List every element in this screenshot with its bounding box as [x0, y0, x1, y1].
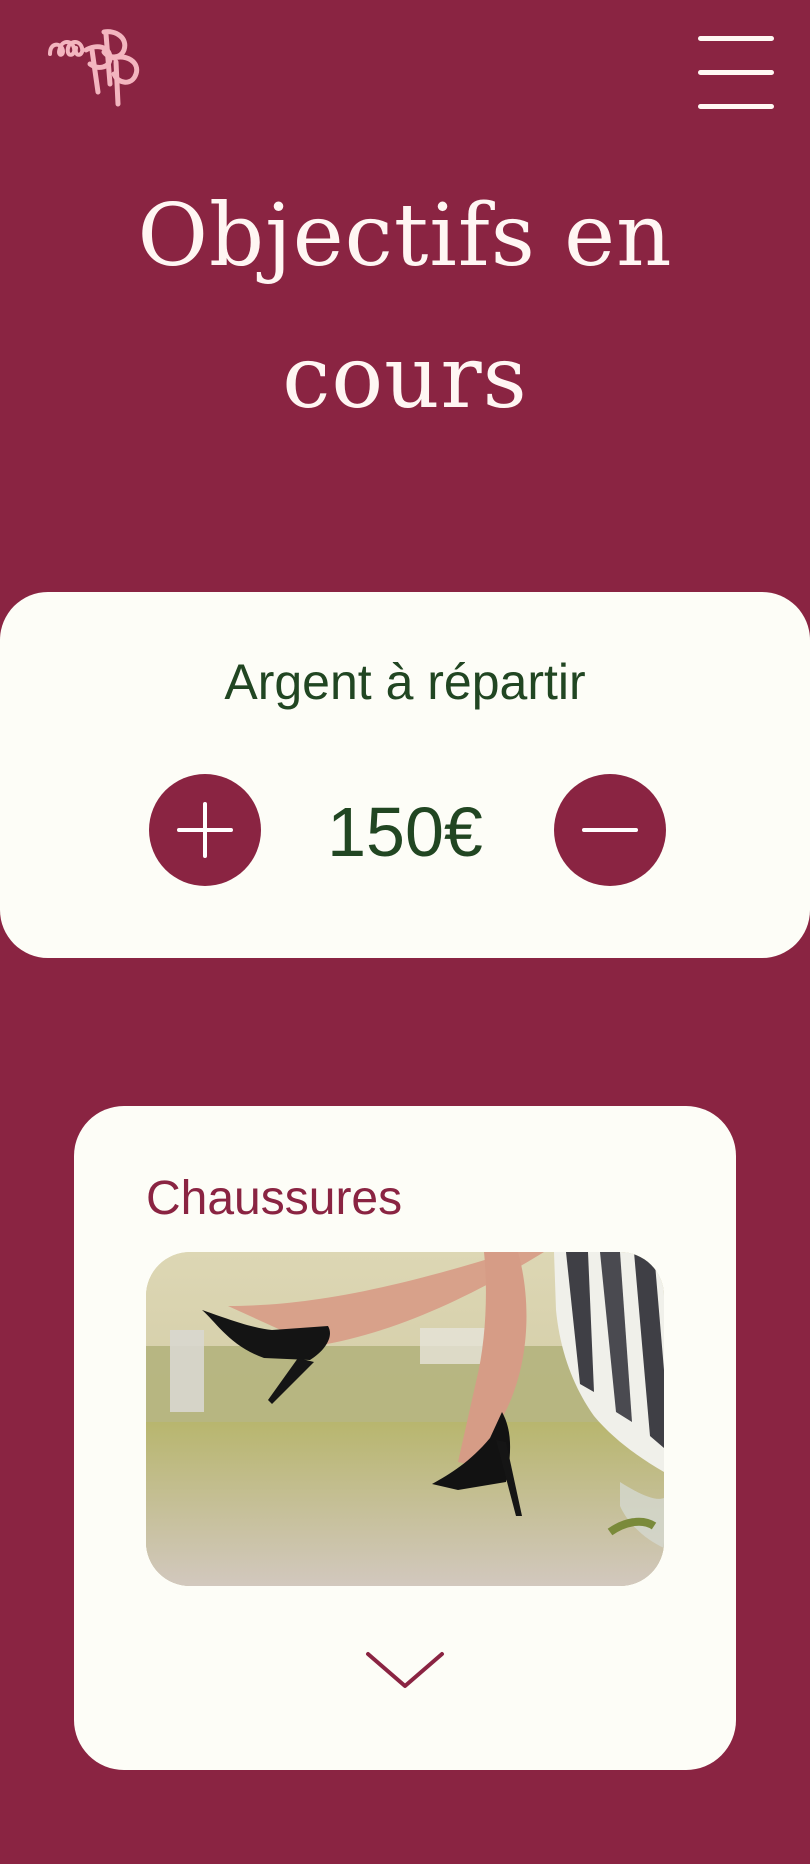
amount-value: 150€ — [327, 793, 483, 871]
decrease-amount-button[interactable] — [554, 774, 666, 886]
money-to-allocate-title: Argent à répartir — [224, 654, 586, 710]
menu-line-middle — [698, 70, 774, 75]
menu-line-top — [698, 36, 774, 41]
menu-line-bottom — [698, 104, 774, 109]
pp-logo-icon — [48, 29, 140, 107]
page-title: Objectifs en cours — [137, 186, 673, 428]
goal-title: Chaussures — [146, 1172, 403, 1225]
chevron-down-icon — [366, 1652, 444, 1688]
logo — [44, 28, 154, 114]
menu-button[interactable] — [698, 34, 776, 112]
plus-icon — [177, 802, 233, 858]
expand-goal-button[interactable] — [362, 1646, 448, 1696]
money-to-allocate-card — [0, 592, 810, 958]
goal-image — [146, 1252, 664, 1586]
increase-amount-button[interactable] — [149, 774, 261, 886]
shoe-photo-icon — [146, 1252, 664, 1586]
minus-icon — [582, 828, 638, 832]
